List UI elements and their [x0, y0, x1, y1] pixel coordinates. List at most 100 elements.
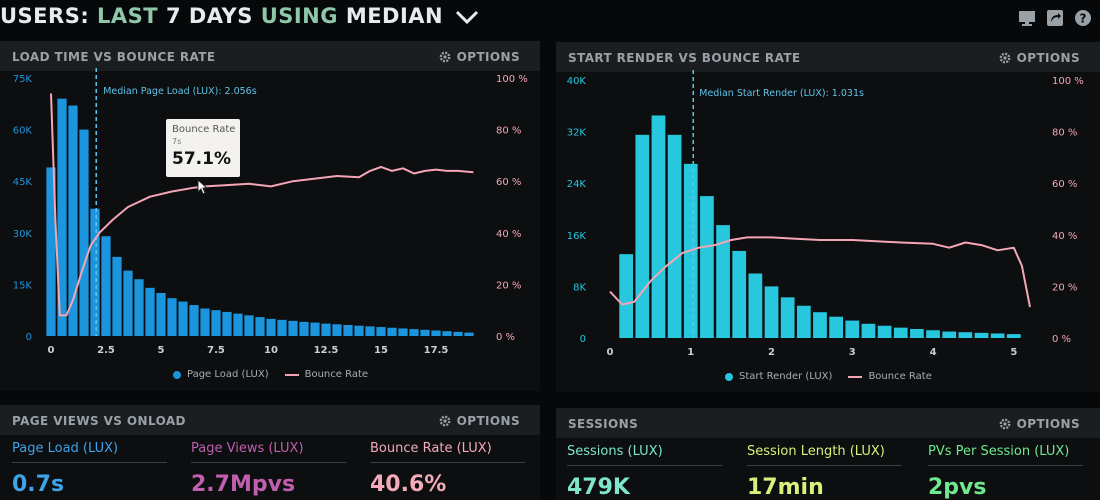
bar [266, 318, 276, 336]
legend-line-label: Bounce Rate [304, 369, 369, 380]
share-icon[interactable] [1046, 9, 1064, 27]
bar [288, 320, 298, 336]
metric-divider [567, 465, 722, 466]
y-tick-label-right: 40 % [496, 229, 521, 240]
metric-page-load: Page Load (LUX) 0.7s [12, 441, 167, 497]
bar [796, 305, 811, 338]
y-tick-label-left: 45K [13, 177, 33, 188]
y-tick-label-left: 75K [13, 74, 33, 85]
metric-label: Bounce Rate (LUX) [370, 441, 492, 456]
bar [453, 331, 463, 336]
svg-text:?: ? [1080, 12, 1087, 26]
bar [942, 331, 957, 338]
x-tick-label: 12.5 [314, 345, 339, 356]
y-tick-label-left: 30K [13, 229, 33, 240]
header-toolbar: ? [1018, 9, 1092, 27]
bar [255, 317, 265, 336]
bar [651, 115, 666, 338]
legend-line-marker [284, 373, 299, 376]
bar [764, 286, 779, 338]
metric-divider [370, 462, 525, 463]
metric-value: 40.6% [370, 472, 447, 497]
bar [233, 313, 243, 336]
x-tick-label: 3 [849, 347, 856, 358]
bar [813, 312, 827, 338]
bar [420, 329, 430, 336]
bar [893, 327, 908, 338]
metric-bounce-rate: Bounce Rate (LUX) 40.6% [370, 441, 525, 497]
bar [700, 196, 714, 338]
options-label: OPTIONS [456, 50, 520, 64]
x-tick-label: 0 [607, 347, 614, 358]
title-days: 7 DAYS [165, 4, 253, 28]
bar [222, 311, 232, 336]
x-tick-label: 10 [264, 345, 278, 356]
options-label: OPTIONS [456, 414, 520, 428]
bar [845, 320, 860, 338]
options-button[interactable]: OPTIONS [999, 417, 1080, 431]
y-tick-label-right: 0 % [1052, 334, 1071, 345]
y-tick-label-right: 80 % [1052, 128, 1077, 139]
panel-title: LOAD TIME VS BOUNCE RATE [12, 50, 216, 64]
render-legend: Start Render (LUX) Bounce Rate [725, 371, 932, 382]
bar [409, 329, 419, 336]
tooltip-title: Bounce Rate [172, 124, 236, 135]
legend-bar-label: Start Render (LUX) [739, 371, 833, 382]
bar [861, 323, 876, 338]
cursor-icon [197, 179, 209, 195]
bar [974, 332, 989, 338]
panel-title: START RENDER VS BOUNCE RATE [568, 51, 801, 65]
x-tick-label: 2 [768, 347, 775, 358]
bar [321, 323, 331, 336]
median-annotation: Median Page Load (LUX): 2.056s [103, 86, 257, 97]
metric-divider [747, 465, 902, 466]
bar [431, 330, 441, 336]
legend-bar-label: Page Load (LUX) [187, 369, 269, 380]
y-tick-label-left: 15K [13, 280, 33, 291]
metric-label: Sessions (LUX) [567, 444, 663, 459]
chevron-down-icon[interactable] [455, 10, 479, 24]
page-title[interactable]: USERS: LAST 7 DAYS USING MEDIAN [0, 4, 479, 28]
x-tick-label: 7.5 [207, 345, 225, 356]
bar [398, 328, 408, 336]
bar [79, 129, 89, 336]
median-annotation: Median Start Render (LUX): 1.031s [699, 88, 864, 99]
bar [877, 325, 892, 338]
bar [780, 297, 795, 338]
y-tick-label-right: 20 % [496, 280, 521, 291]
options-label: OPTIONS [1016, 51, 1080, 65]
panel-title: SESSIONS [568, 417, 639, 431]
bar [156, 293, 166, 336]
monitor-icon[interactable] [1018, 9, 1036, 27]
help-icon[interactable]: ? [1074, 9, 1092, 27]
bar [990, 333, 1005, 338]
gear-icon [439, 51, 451, 63]
tooltip-x: 7s [172, 137, 182, 146]
bar [299, 321, 309, 336]
metric-divider [928, 465, 1083, 466]
bar [332, 324, 342, 336]
y-tick-label-right: 60 % [1052, 179, 1077, 190]
x-tick-label: 5 [1010, 347, 1017, 358]
options-button[interactable]: OPTIONS [999, 51, 1080, 65]
x-tick-label: 5 [158, 345, 165, 356]
metric-session-length: Session Length (LUX) 17min [747, 444, 902, 500]
x-tick-label: 17.5 [424, 345, 449, 356]
metric-divider [12, 462, 167, 463]
gear-icon [999, 418, 1011, 430]
panel-header: SESSIONS OPTIONS [556, 408, 1100, 438]
options-label: OPTIONS [1016, 417, 1080, 431]
title-users: USERS: [0, 4, 90, 28]
bar [732, 250, 747, 338]
bar [354, 325, 364, 336]
metric-value: 2pvs [928, 475, 987, 500]
y-tick-label-left: 32K [567, 128, 587, 139]
y-tick-label-left: 40K [567, 76, 587, 87]
bar [1006, 334, 1021, 338]
options-button[interactable]: OPTIONS [439, 414, 520, 428]
panel-title: PAGE VIEWS VS ONLOAD [12, 414, 186, 428]
load-legend: Page Load (LUX) Bounce Rate [173, 369, 368, 380]
options-button[interactable]: OPTIONS [439, 50, 520, 64]
bar [635, 134, 650, 338]
y-tick-label-right: 40 % [1052, 231, 1077, 242]
